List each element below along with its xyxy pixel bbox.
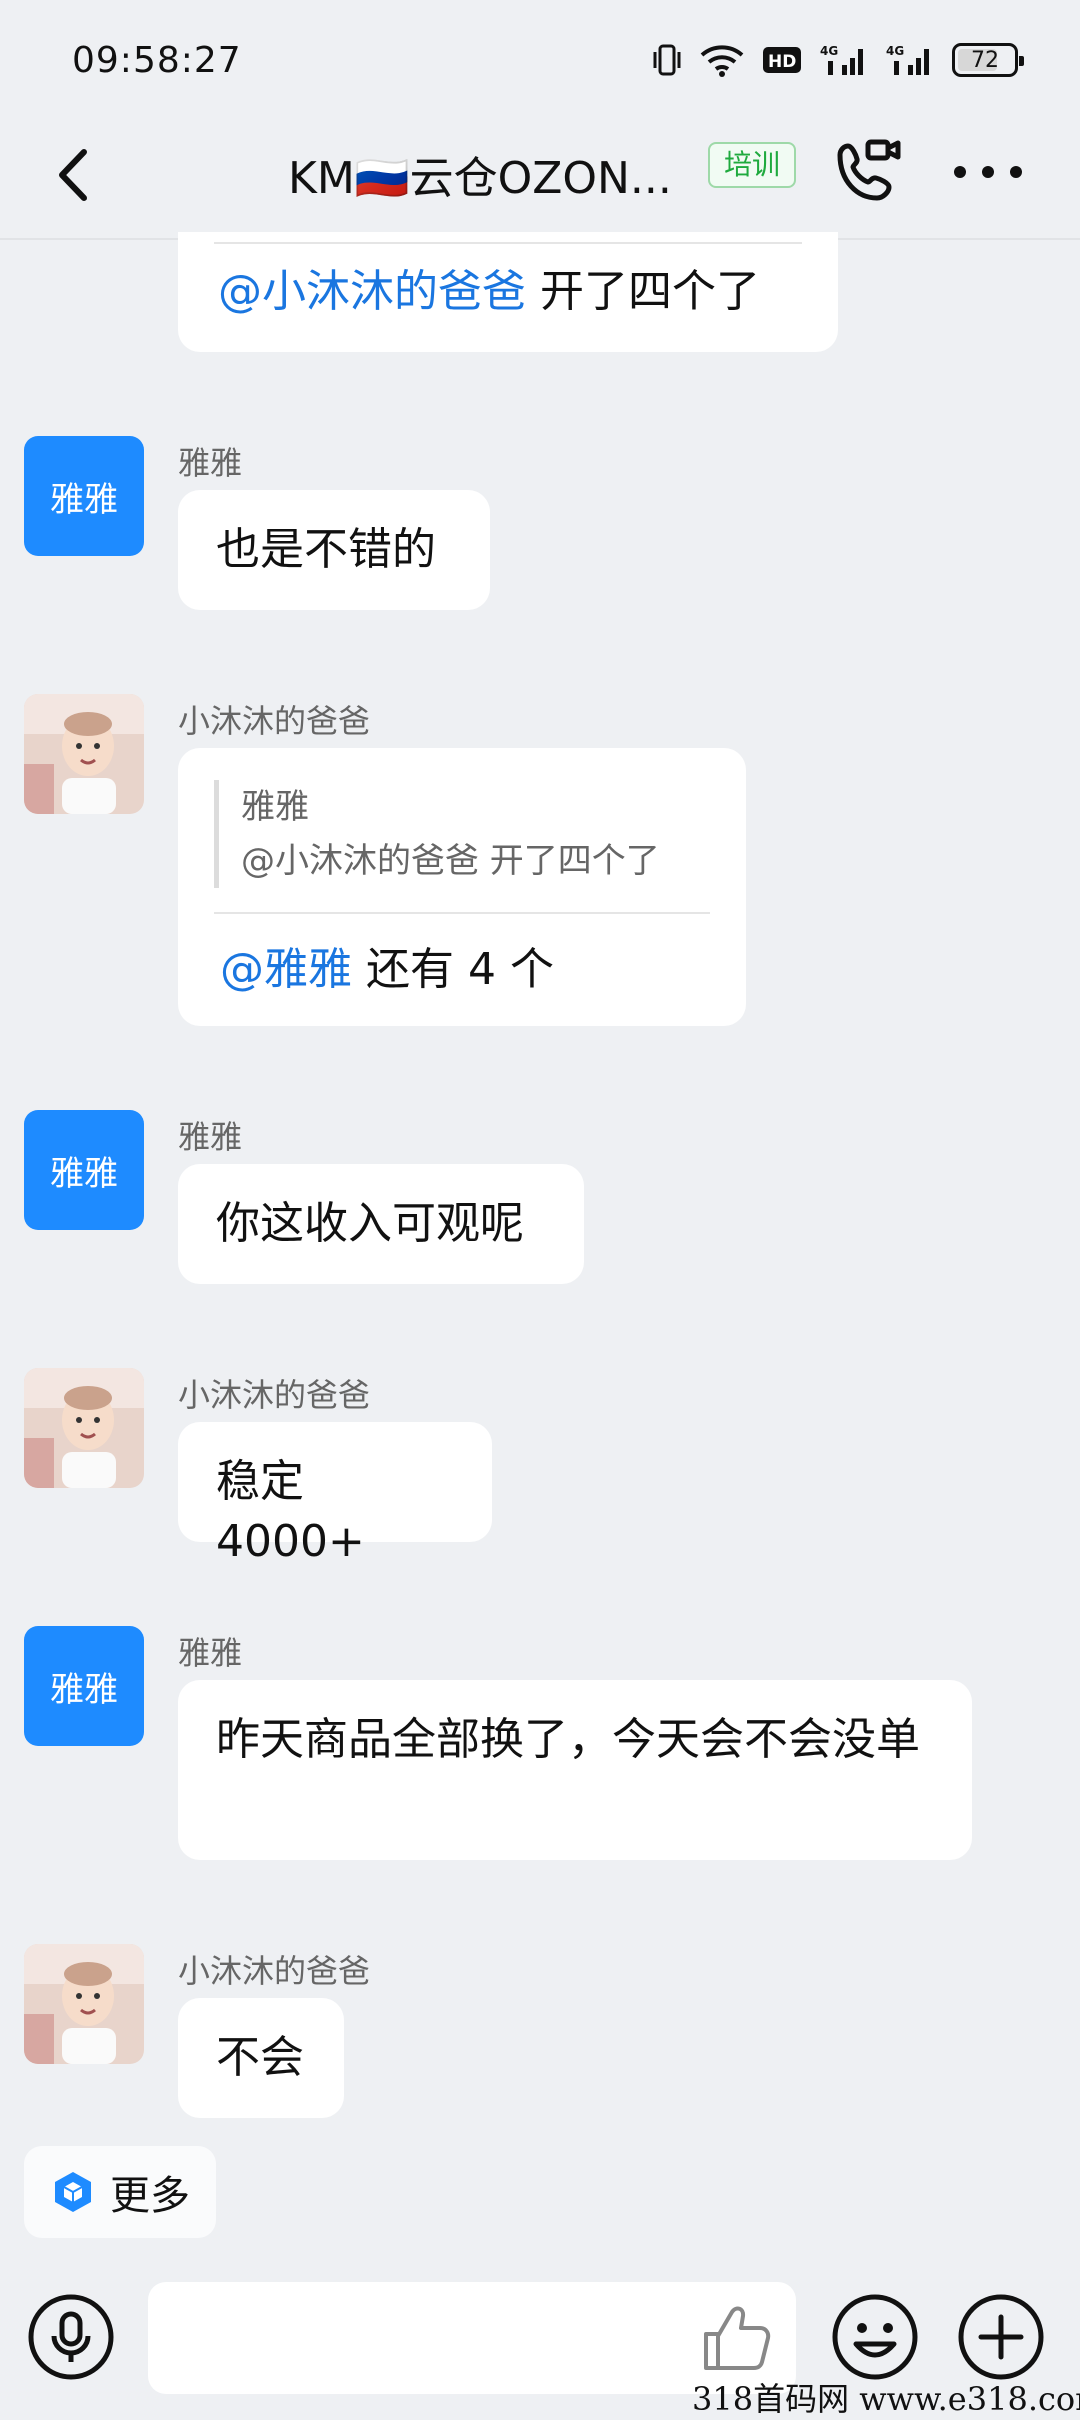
svg-text:4G: 4G bbox=[820, 44, 838, 58]
mention-link[interactable]: @雅雅 bbox=[220, 944, 352, 995]
status-bar: 09:58:27 HD 4G 4G 72 bbox=[0, 0, 1080, 120]
battery-level: 72 bbox=[971, 47, 999, 73]
avatar[interactable] bbox=[24, 694, 144, 814]
battery-icon: 72 bbox=[952, 43, 1024, 77]
avatar[interactable]: 雅雅 bbox=[24, 1110, 144, 1230]
message-text: 你这收入可观呢 bbox=[216, 1198, 524, 1249]
sender-name: 雅雅 bbox=[178, 444, 243, 482]
message-bubble[interactable]: 也是不错的 bbox=[178, 490, 490, 610]
wifi-icon bbox=[700, 45, 744, 77]
avatar-label: 雅雅 bbox=[50, 479, 118, 520]
message-bubble[interactable]: 你这收入可观呢 bbox=[178, 1164, 584, 1284]
emoji-icon[interactable] bbox=[830, 2292, 920, 2382]
baby-photo-avatar bbox=[24, 694, 144, 814]
sender-name: 雅雅 bbox=[178, 1118, 243, 1156]
message-text: 开了四个了 bbox=[526, 266, 760, 317]
baby-photo-avatar bbox=[24, 1944, 144, 2064]
message-text: 昨天商品全部换了，今天会不会没单 bbox=[216, 1714, 920, 1765]
sender-name: 小沐沐的爸爸 bbox=[178, 702, 371, 740]
back-arrow-icon[interactable] bbox=[42, 140, 112, 210]
quote-text: @小沐沐的爸爸 开了四个了 bbox=[241, 841, 660, 881]
signal-4g-icon: 4G bbox=[886, 44, 929, 75]
avatar-label: 雅雅 bbox=[50, 1669, 118, 1710]
message-bubble[interactable]: 稳定 4000+ bbox=[178, 1422, 492, 1567]
group-tag: 培训 bbox=[708, 142, 797, 188]
mic-icon[interactable] bbox=[26, 2292, 116, 2382]
baby-photo-avatar bbox=[24, 1368, 144, 1488]
avatar[interactable] bbox=[24, 1944, 144, 2064]
message-bubble[interactable]: 雅雅 @小沐沐的爸爸 开了四个了 @雅雅 还有 4 个 bbox=[178, 748, 746, 1026]
message-text: 也是不错的 bbox=[216, 524, 436, 575]
message-bubble[interactable]: @小沐沐的爸爸 开了四个了 bbox=[178, 232, 838, 352]
app-cube-icon bbox=[55, 2172, 91, 2212]
chat-title[interactable]: KM🇷🇺云仓OZON... bbox=[288, 142, 672, 206]
message-text: 稳定 4000+ bbox=[216, 1456, 365, 1567]
message-text: 还有 4 个 bbox=[352, 944, 554, 995]
more-dots-icon[interactable] bbox=[948, 150, 1028, 194]
message-bubble[interactable]: 不会 bbox=[178, 1998, 344, 2118]
svg-text:HD: HD bbox=[768, 52, 796, 72]
status-time: 09:58:27 bbox=[72, 40, 242, 81]
quote-sender: 雅雅 bbox=[241, 787, 309, 827]
message-text: 不会 bbox=[216, 2032, 304, 2083]
avatar[interactable]: 雅雅 bbox=[24, 1626, 144, 1746]
plus-icon[interactable] bbox=[956, 2292, 1046, 2382]
sender-name: 雅雅 bbox=[178, 1634, 243, 1672]
chat-header: KM🇷🇺云仓OZON... 培训 bbox=[0, 120, 1080, 238]
status-icons: HD 4G 4G 72 bbox=[652, 38, 1024, 82]
sender-name: 小沐沐的爸爸 bbox=[178, 1376, 371, 1414]
quote-divider bbox=[214, 912, 710, 914]
more-button[interactable]: 更多 bbox=[24, 2146, 216, 2238]
avatar[interactable]: 雅雅 bbox=[24, 436, 144, 556]
avatar-label: 雅雅 bbox=[50, 1153, 118, 1194]
vibrate-icon bbox=[653, 44, 681, 76]
quoted-message[interactable]: 雅雅 @小沐沐的爸爸 开了四个了 bbox=[214, 780, 660, 888]
avatar[interactable] bbox=[24, 1368, 144, 1488]
video-call-icon[interactable] bbox=[832, 134, 904, 206]
quote-divider bbox=[214, 242, 802, 244]
more-label: 更多 bbox=[110, 2173, 190, 2219]
sender-name: 小沐沐的爸爸 bbox=[178, 1952, 371, 1990]
watermark: 318首码网 www.e318.com bbox=[692, 2380, 1080, 2418]
mention-link[interactable]: @小沐沐的爸爸 bbox=[218, 266, 526, 317]
message-bubble[interactable]: 昨天商品全部换了，今天会不会没单 bbox=[178, 1680, 972, 1860]
signal-4g-icon: 4G bbox=[820, 44, 863, 75]
hd-icon: HD bbox=[763, 47, 801, 73]
svg-text:4G: 4G bbox=[886, 44, 904, 58]
thumbs-up-icon[interactable] bbox=[696, 2298, 776, 2378]
